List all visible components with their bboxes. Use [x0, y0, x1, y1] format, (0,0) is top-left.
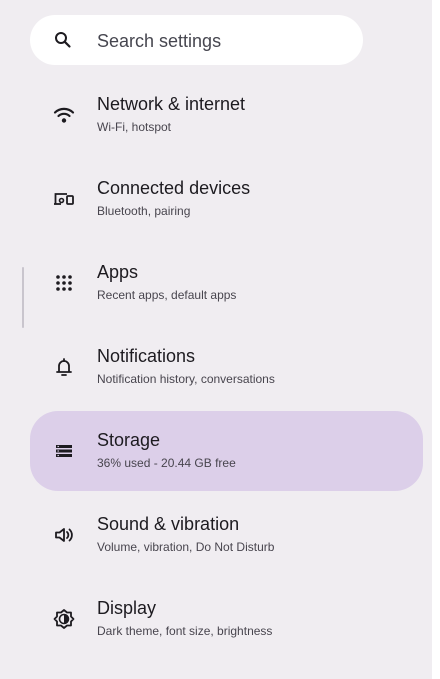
bell-icon: [52, 355, 76, 379]
settings-item-subtitle: Recent apps, default apps: [97, 288, 237, 302]
settings-item-connected-devices[interactable]: Connected devices Bluetooth, pairing: [30, 159, 423, 239]
apps-grid-icon: [52, 271, 76, 295]
search-bar[interactable]: Search settings: [30, 15, 363, 65]
settings-item-subtitle: Bluetooth, pairing: [97, 204, 191, 218]
settings-item-subtitle: 36% used - 20.44 GB free: [97, 456, 236, 470]
settings-item-title: Apps: [97, 262, 139, 282]
settings-item-subtitle: Notification history, conversations: [97, 372, 275, 386]
scroll-indicator[interactable]: [22, 267, 24, 328]
settings-item-subtitle: Dark theme, font size, brightness: [97, 624, 273, 638]
settings-item-title: Notifications: [97, 346, 196, 366]
display-brightness-icon: [52, 607, 76, 631]
settings-item-subtitle: Wi-Fi, hotspot: [97, 120, 172, 134]
settings-item-title: Storage: [97, 430, 161, 450]
settings-item-title: Display: [97, 598, 157, 618]
connected-devices-icon: [52, 187, 76, 211]
settings-item-title: Network & internet: [97, 94, 246, 114]
settings-item-apps[interactable]: Apps Recent apps, default apps: [30, 243, 423, 323]
search-placeholder: Search settings: [97, 31, 222, 51]
settings-item-subtitle: Volume, vibration, Do Not Disturb: [97, 540, 275, 554]
settings-item-title: Connected devices: [97, 178, 251, 198]
settings-item-notifications[interactable]: Notifications Notification history, conv…: [30, 327, 423, 407]
storage-icon: [52, 439, 76, 463]
settings-item-sound[interactable]: Sound & vibration Volume, vibration, Do …: [30, 495, 423, 575]
settings-item-display[interactable]: Display Dark theme, font size, brightnes…: [30, 579, 423, 659]
settings-item-storage[interactable]: Storage 36% used - 20.44 GB free: [30, 411, 423, 491]
search-icon: [54, 31, 72, 49]
settings-item-title: Sound & vibration: [97, 514, 240, 534]
right-edge: [432, 0, 440, 679]
volume-icon: [52, 523, 76, 547]
wifi-icon: [52, 103, 76, 127]
settings-item-network[interactable]: Network & internet Wi-Fi, hotspot: [30, 75, 423, 155]
